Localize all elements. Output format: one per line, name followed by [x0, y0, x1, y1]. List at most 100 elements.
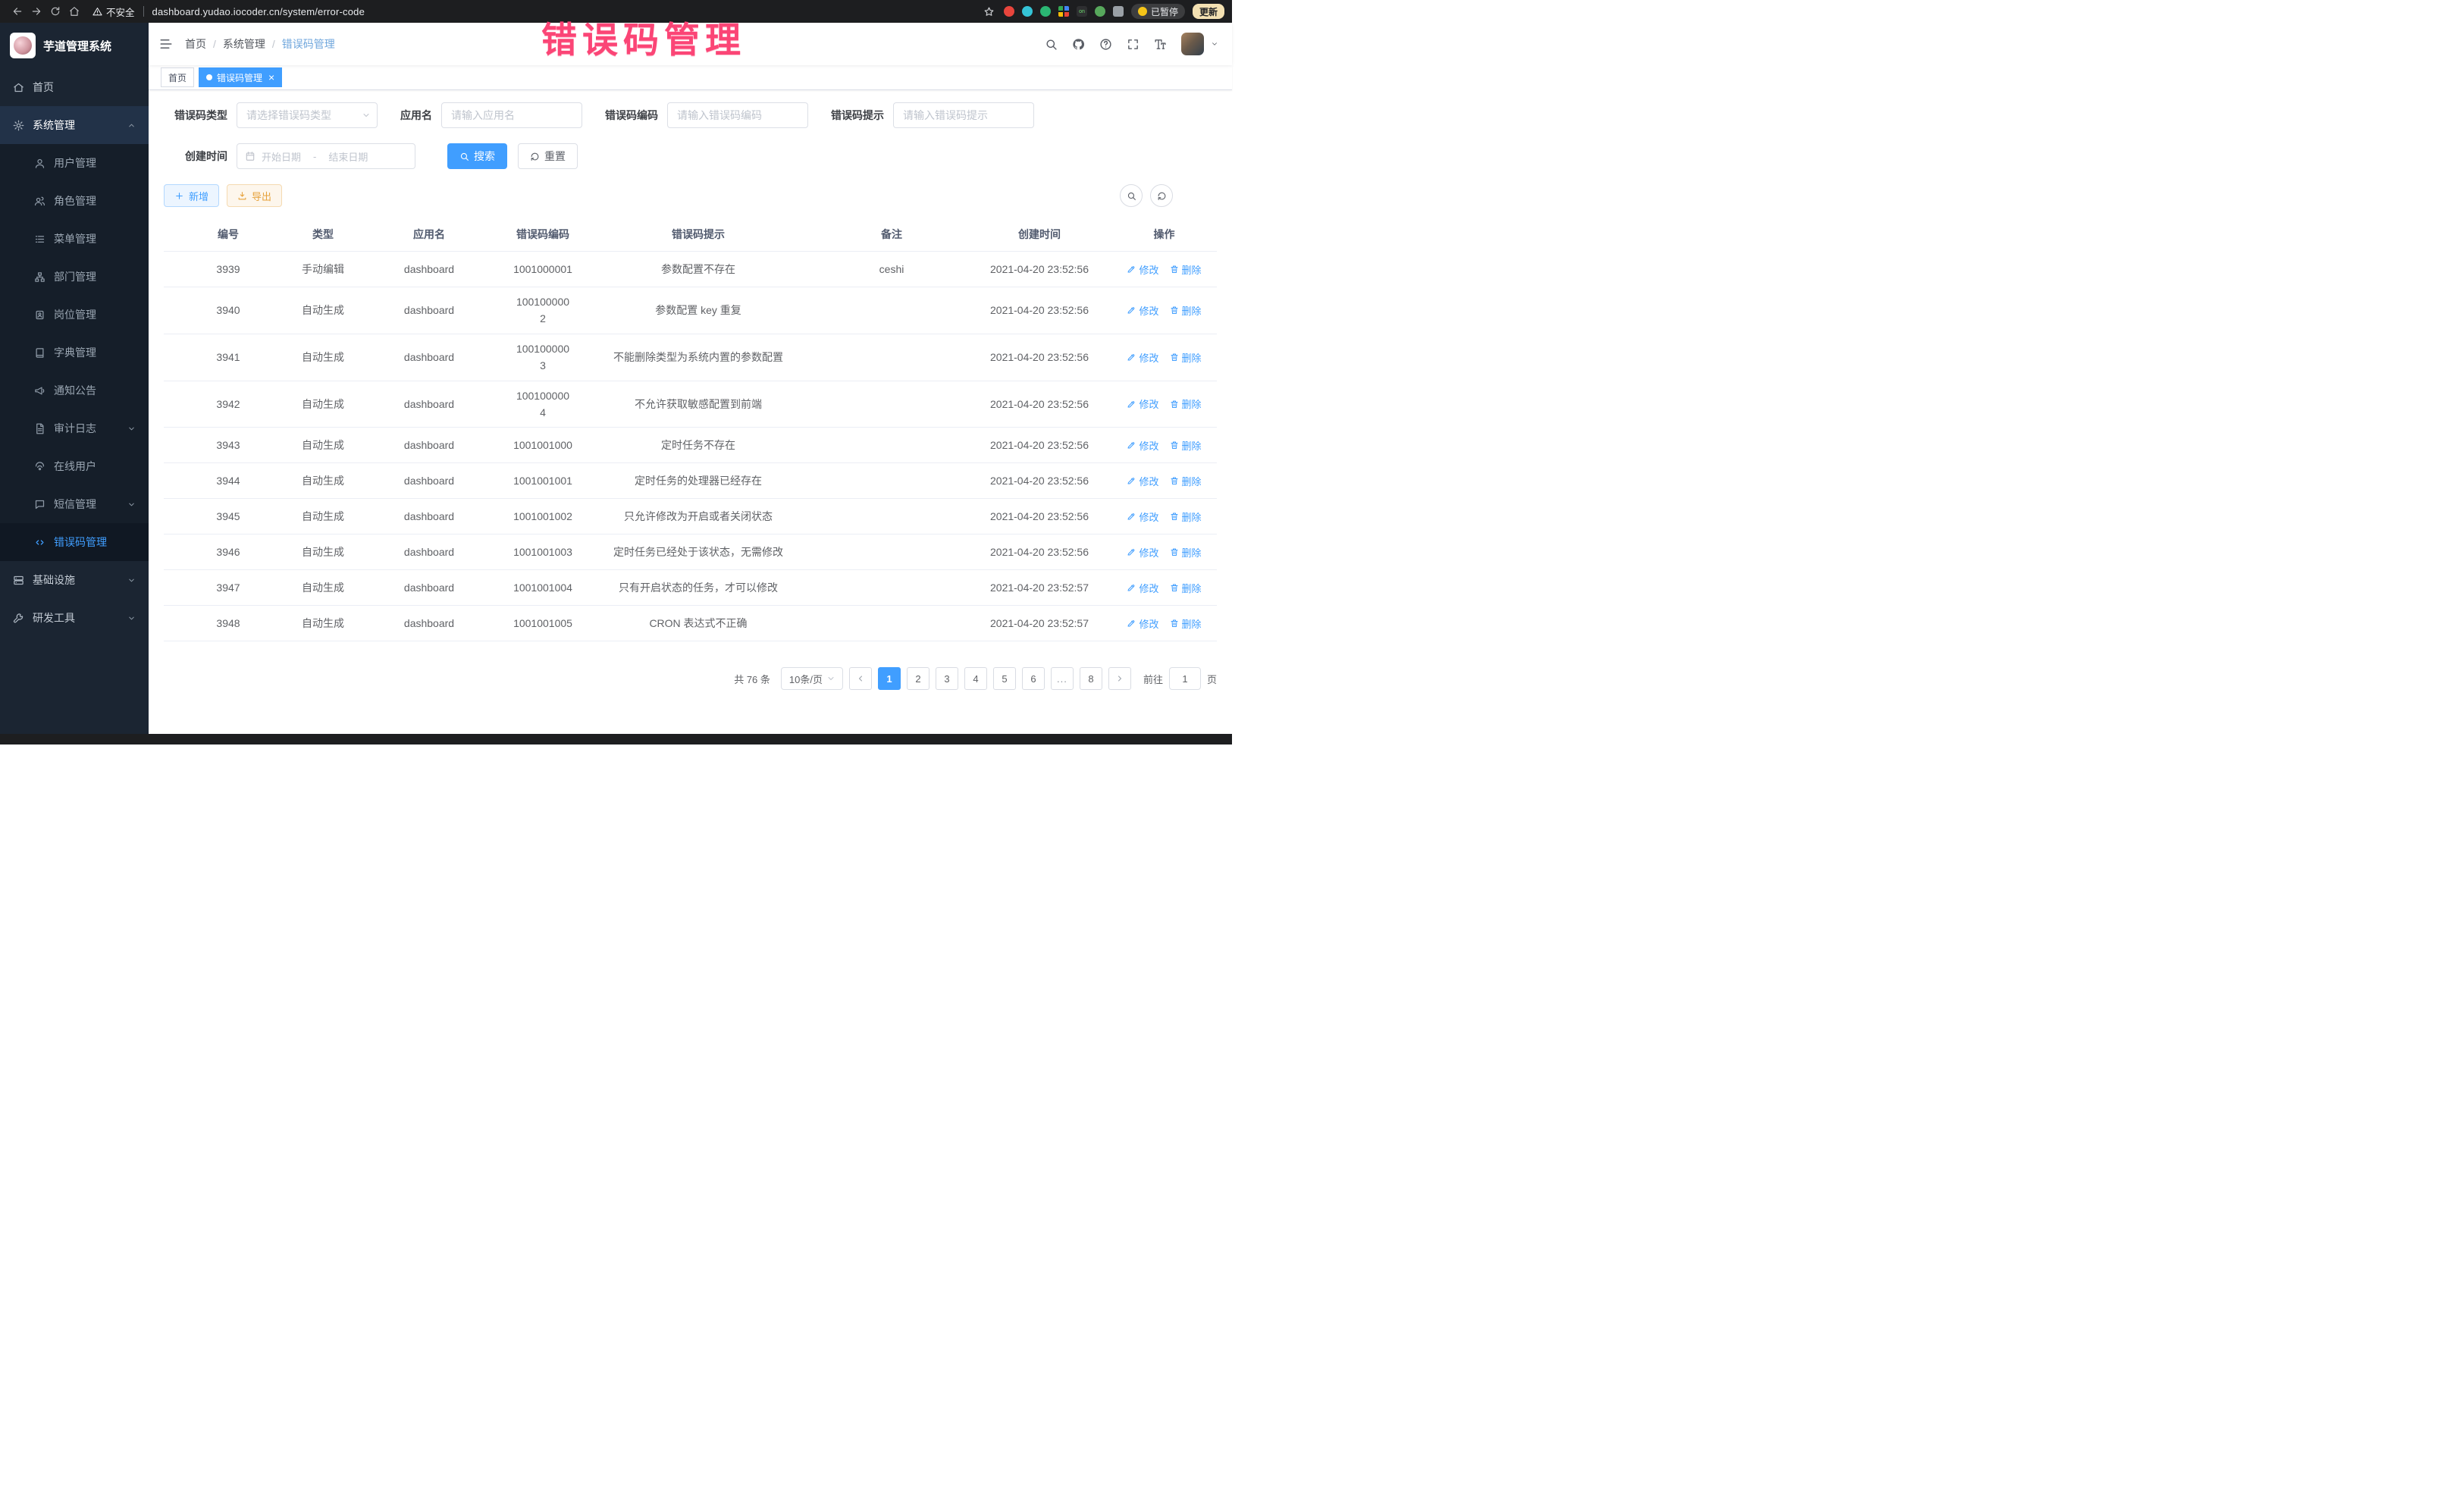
cell-remark — [816, 439, 967, 451]
export-button[interactable]: 导出 — [227, 184, 282, 207]
edit-link[interactable]: 修改 — [1127, 616, 1158, 631]
edit-link[interactable]: 修改 — [1127, 438, 1158, 453]
sidebar-item[interactable]: 菜单管理 — [0, 220, 149, 258]
cell-app: dashboard — [353, 392, 505, 416]
user-avatar[interactable] — [1181, 33, 1204, 55]
extensions-puzzle-icon[interactable] — [1113, 6, 1124, 17]
hamburger-icon[interactable] — [159, 37, 173, 51]
edit-link[interactable]: 修改 — [1127, 509, 1158, 524]
extension-icon[interactable] — [1004, 6, 1014, 17]
font-size-icon[interactable] — [1154, 38, 1167, 51]
view-tab[interactable]: 首页 — [161, 67, 194, 87]
text-field[interactable] — [893, 102, 1034, 128]
more-pages-button[interactable]: ... — [1051, 667, 1074, 690]
sidebar-item[interactable]: 首页 — [0, 68, 149, 106]
sidebar-item[interactable]: 系统管理 — [0, 106, 149, 144]
cell-type: 自动生成 — [293, 467, 353, 494]
extension-icon[interactable] — [1058, 6, 1069, 17]
cell-remark — [816, 546, 967, 558]
page-button[interactable]: 6 — [1022, 667, 1045, 690]
browser-home-icon[interactable] — [64, 2, 83, 20]
forward-icon[interactable] — [27, 2, 45, 20]
app-logo[interactable]: 芋道管理系统 — [0, 23, 149, 68]
add-button[interactable]: 新增 — [164, 184, 219, 207]
edit-link[interactable]: 修改 — [1127, 545, 1158, 560]
view-tab[interactable]: 错误码管理× — [199, 67, 282, 87]
page-size-select[interactable]: 10条/页 — [781, 667, 843, 690]
text-field[interactable] — [441, 102, 582, 128]
goto-page-input[interactable] — [1169, 667, 1201, 690]
sidebar-item[interactable]: 用户管理 — [0, 144, 149, 182]
sidebar-item[interactable]: 短信管理 — [0, 485, 149, 523]
filter-input[interactable] — [441, 102, 582, 128]
sidebar-item[interactable]: 在线用户 — [0, 447, 149, 485]
extension-icon[interactable] — [1095, 6, 1105, 17]
edit-link[interactable]: 修改 — [1127, 397, 1158, 411]
select-field[interactable] — [237, 102, 378, 128]
filter-input[interactable] — [667, 102, 808, 128]
breadcrumb-item[interactable]: 首页 — [185, 36, 206, 52]
refresh-table-button[interactable] — [1150, 184, 1173, 207]
browser-update-button[interactable]: 更新 — [1193, 4, 1224, 19]
bookmark-star-icon[interactable] — [983, 5, 996, 18]
reset-button[interactable]: 重置 — [518, 143, 578, 169]
filter-input[interactable] — [893, 102, 1034, 128]
edit-link[interactable]: 修改 — [1127, 350, 1158, 365]
logo-image — [10, 33, 36, 58]
delete-link[interactable]: 删除 — [1170, 438, 1202, 453]
show-search-button[interactable] — [1120, 184, 1143, 207]
sidebar-item[interactable]: 岗位管理 — [0, 296, 149, 334]
delete-link[interactable]: 删除 — [1170, 474, 1202, 488]
sidebar-item[interactable]: 研发工具 — [0, 599, 149, 637]
delete-link[interactable]: 删除 — [1170, 262, 1202, 277]
chevron-down-icon[interactable] — [1211, 40, 1218, 48]
back-icon[interactable] — [8, 2, 27, 20]
address-bar[interactable]: dashboard.yudao.iocoder.cn/system/error-… — [152, 6, 365, 17]
page-button[interactable]: 5 — [993, 667, 1016, 690]
page-button[interactable]: 3 — [936, 667, 958, 690]
extension-icon[interactable]: on — [1077, 6, 1087, 17]
text-field[interactable] — [667, 102, 808, 128]
extension-icon[interactable] — [1022, 6, 1033, 17]
help-icon[interactable] — [1099, 38, 1112, 51]
edit-link[interactable]: 修改 — [1127, 262, 1158, 277]
filter-select[interactable] — [237, 102, 378, 128]
next-page-button[interactable] — [1108, 667, 1131, 690]
security-indicator[interactable]: 不安全 — [92, 5, 135, 19]
delete-link[interactable]: 删除 — [1170, 545, 1202, 560]
sidebar-item[interactable]: 部门管理 — [0, 258, 149, 296]
edit-link[interactable]: 修改 — [1127, 581, 1158, 595]
sidebar-item[interactable]: 字典管理 — [0, 334, 149, 371]
fullscreen-icon[interactable] — [1127, 38, 1140, 51]
date-range-picker[interactable]: 开始日期 - 结束日期 — [237, 143, 415, 169]
breadcrumb-item[interactable]: 系统管理 — [223, 36, 265, 52]
sidebar-item[interactable]: 通知公告 — [0, 371, 149, 409]
delete-link[interactable]: 删除 — [1170, 581, 1202, 595]
page-button[interactable]: 1 — [878, 667, 901, 690]
edit-label: 修改 — [1139, 397, 1158, 411]
prev-page-button[interactable] — [849, 667, 872, 690]
delete-link[interactable]: 删除 — [1170, 616, 1202, 631]
close-icon[interactable]: × — [268, 72, 274, 83]
page-list: 123456... 8 — [878, 667, 1102, 690]
sidebar-item[interactable]: 错误码管理 — [0, 523, 149, 561]
edit-link[interactable]: 修改 — [1127, 474, 1158, 488]
search-button[interactable]: 搜索 — [447, 143, 507, 169]
delete-link[interactable]: 删除 — [1170, 509, 1202, 524]
delete-link[interactable]: 删除 — [1170, 303, 1202, 318]
edit-link[interactable]: 修改 — [1127, 303, 1158, 318]
sidebar-item[interactable]: 审计日志 — [0, 409, 149, 447]
sidebar-item[interactable]: 角色管理 — [0, 182, 149, 220]
page-button[interactable]: 4 — [964, 667, 987, 690]
search-icon[interactable] — [1045, 38, 1058, 51]
profile-chip[interactable]: 已暂停 — [1131, 4, 1185, 19]
page-button[interactable]: 2 — [907, 667, 929, 690]
delete-link[interactable]: 删除 — [1170, 397, 1202, 411]
table-row: 3939手动编辑dashboard1001000001参数配置不存在ceshi2… — [164, 252, 1217, 287]
extension-icon[interactable] — [1040, 6, 1051, 17]
delete-link[interactable]: 删除 — [1170, 350, 1202, 365]
sidebar-item[interactable]: 基础设施 — [0, 561, 149, 599]
page-button[interactable]: 8 — [1080, 667, 1102, 690]
github-icon[interactable] — [1072, 38, 1085, 51]
reload-icon[interactable] — [45, 2, 64, 20]
